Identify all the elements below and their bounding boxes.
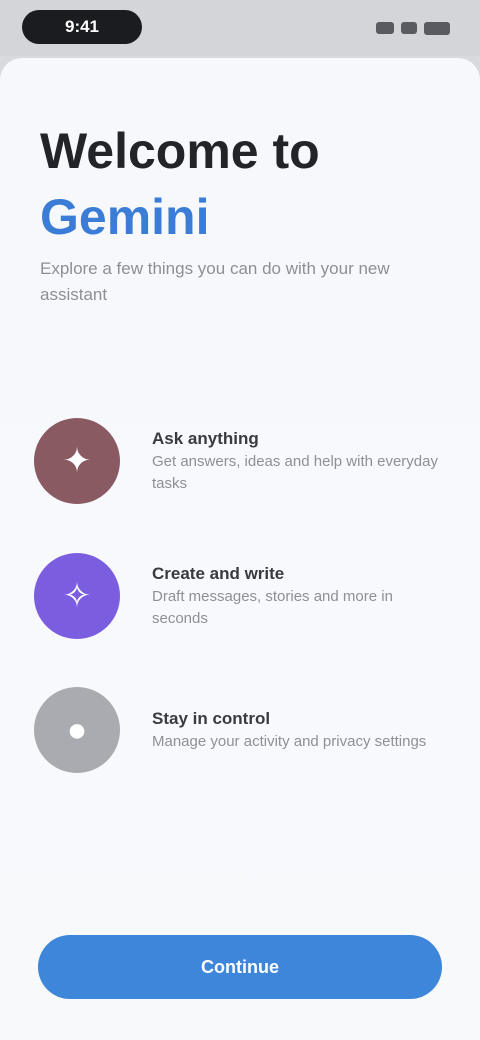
- signal-icon: [376, 22, 394, 34]
- wifi-icon: [401, 22, 417, 34]
- feature-description: Get answers, ideas and help with everyda…: [152, 453, 438, 492]
- feature-title: Ask anything: [152, 429, 259, 448]
- page-title: Welcome to Gemini: [40, 118, 440, 250]
- feature-item-ask: ✦ Ask anything Get answers, ideas and he…: [34, 416, 446, 506]
- lock-icon: ●: [34, 687, 120, 773]
- chat-icon: ✦: [34, 418, 120, 504]
- feature-item-create: ✧ Create and write Draft messages, stori…: [34, 551, 446, 641]
- feature-description: Draft messages, stories and more in seco…: [152, 588, 393, 627]
- status-icons: [376, 20, 450, 36]
- continue-button[interactable]: Continue: [38, 935, 442, 999]
- page-subtitle: Explore a few things you can do with you…: [40, 259, 390, 304]
- battery-icon: [424, 21, 450, 35]
- feature-description: Manage your activity and privacy setting…: [152, 733, 427, 750]
- feature-item-control: ● Stay in control Manage your activity a…: [34, 685, 446, 775]
- status-time: 9:41: [22, 10, 142, 44]
- feature-title: Stay in control: [152, 709, 271, 728]
- title-line-1: Welcome to: [40, 123, 320, 179]
- title-brand: Gemini: [40, 189, 210, 245]
- feature-title: Create and write: [152, 564, 285, 583]
- status-bar: 9:41: [0, 0, 480, 56]
- welcome-sheet: Welcome to Gemini Explore a few things y…: [0, 58, 480, 1040]
- sparkle-icon: ✧: [34, 553, 120, 639]
